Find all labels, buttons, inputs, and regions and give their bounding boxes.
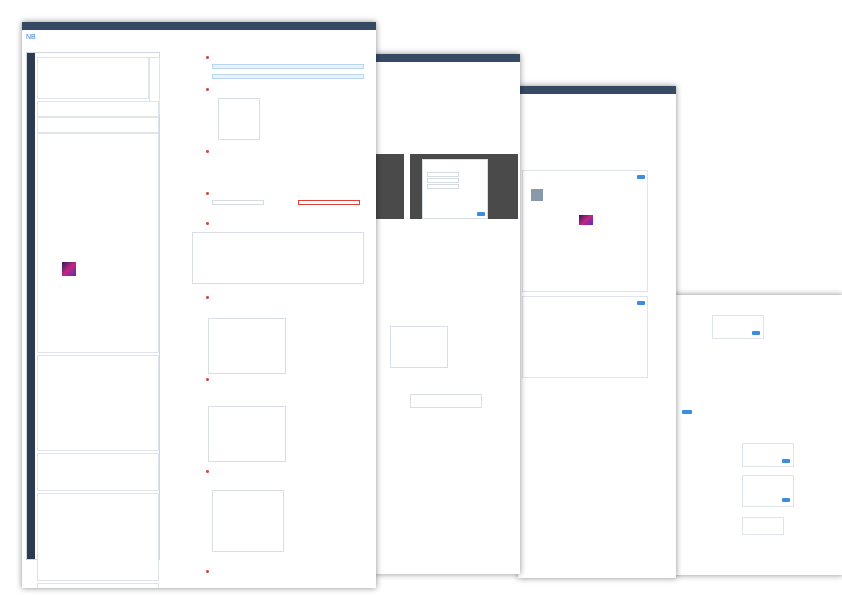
section-card [37, 101, 159, 117]
page-header [374, 54, 520, 62]
annotation-marker [206, 56, 209, 59]
annotation-marker [206, 150, 209, 153]
list-box [192, 232, 364, 284]
form-field[interactable] [427, 184, 459, 189]
avatar [531, 189, 543, 201]
annotation-marker [206, 570, 209, 573]
image-thumbnail [579, 215, 593, 225]
page-header [22, 22, 376, 30]
annotation-marker [206, 222, 209, 225]
modal-card [742, 443, 794, 467]
detail-card [37, 133, 159, 353]
top-card [37, 57, 149, 99]
highlight-bar [212, 64, 364, 69]
modal-confirm-button[interactable] [682, 410, 692, 414]
annotation-marker [206, 88, 209, 91]
section-card [37, 355, 159, 451]
info-card [522, 296, 648, 378]
modal-confirm-button[interactable] [477, 212, 485, 216]
modal-confirm-button[interactable] [782, 498, 790, 502]
app-frame [26, 52, 160, 588]
edit-button[interactable] [637, 175, 645, 179]
form-panel [390, 326, 448, 368]
profile-card [522, 170, 648, 292]
list-box [212, 490, 284, 552]
form-field[interactable] [427, 172, 459, 177]
list-box [218, 98, 260, 140]
form-field[interactable] [212, 200, 264, 205]
section-card [37, 117, 159, 133]
modal-dialog [422, 159, 488, 219]
modal-overlay [374, 154, 404, 219]
app-sidebar [27, 53, 35, 559]
document-page-main: NB [22, 22, 376, 588]
document-page-back [672, 295, 842, 575]
modal-card [742, 475, 794, 507]
annotation-marker [206, 470, 209, 473]
annotation-marker [206, 192, 209, 195]
highlight-bar [212, 74, 364, 79]
section-card [37, 583, 159, 588]
tree-panel [208, 406, 286, 462]
logo-block: NB [26, 34, 36, 41]
modal-card [712, 315, 764, 339]
annotation-marker [206, 378, 209, 381]
modal-confirm-button[interactable] [752, 331, 760, 335]
image-thumbnail [62, 262, 76, 276]
modal-card [742, 517, 784, 535]
document-page-right [518, 86, 676, 578]
list-panel [410, 394, 482, 408]
section-card [37, 493, 159, 581]
tree-panel [208, 318, 286, 374]
page-header [518, 86, 676, 94]
annotation-marker [206, 296, 209, 299]
document-page-center [374, 54, 520, 574]
modal-confirm-button[interactable] [782, 459, 790, 463]
form-field[interactable] [427, 178, 459, 183]
table-card [37, 453, 159, 491]
edit-button[interactable] [637, 301, 645, 305]
form-field[interactable] [298, 200, 360, 205]
modal-overlay [410, 154, 518, 219]
